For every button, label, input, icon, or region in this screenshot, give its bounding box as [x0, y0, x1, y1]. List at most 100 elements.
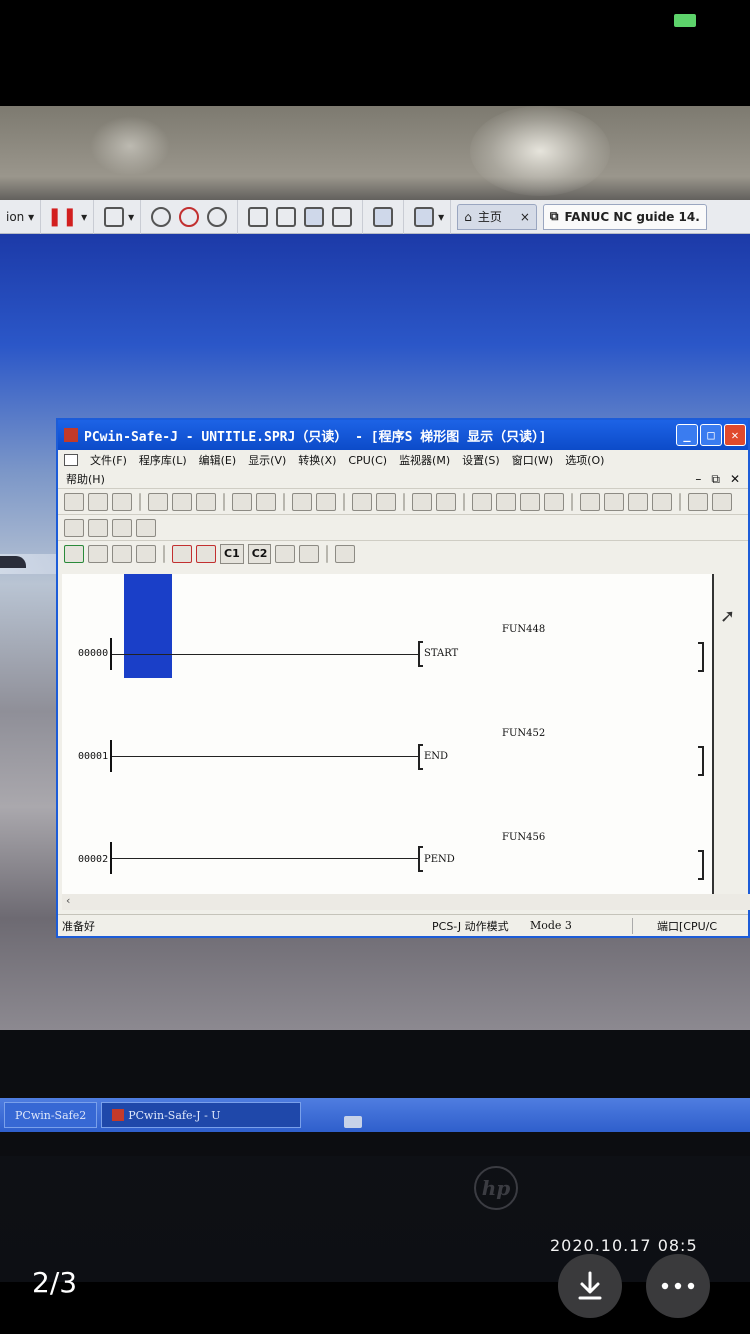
- ps-icon[interactable]: [172, 544, 192, 563]
- toolbar-group-5: ▾: [404, 199, 452, 234]
- menu-help[interactable]: 帮助(H): [66, 471, 105, 487]
- tray-icon[interactable]: [344, 1116, 362, 1128]
- menu-cpu[interactable]: CPU(C): [348, 454, 387, 467]
- io-comment-icon[interactable]: [299, 544, 320, 563]
- jump-icon[interactable]: [335, 544, 356, 563]
- taskbar-item-pcwin-safe2[interactable]: PCwin-Safe2: [4, 1102, 98, 1128]
- separator: [571, 492, 573, 511]
- new-icon[interactable]: [64, 492, 84, 511]
- menu-convert[interactable]: 转换(X): [298, 452, 336, 468]
- function-f10-icon[interactable]: [712, 492, 732, 511]
- download-button[interactable]: [558, 1254, 622, 1318]
- layout-icon[interactable]: [248, 206, 269, 227]
- c2-button[interactable]: C2: [247, 543, 272, 564]
- menu-monitor[interactable]: 监视器(M): [399, 452, 450, 468]
- instruction-label[interactable]: START: [424, 648, 458, 659]
- horizontal-scrollbar[interactable]: ‹: [62, 894, 750, 910]
- open-icon[interactable]: [88, 492, 108, 511]
- contact-f4-icon[interactable]: [544, 492, 564, 511]
- edit-cursor: [124, 574, 172, 678]
- tab-fanuc-label: FANUC NC guide 14.: [564, 209, 700, 224]
- close-button[interactable]: ✕: [724, 424, 746, 446]
- coil-f8-icon[interactable]: [652, 492, 672, 511]
- function-f9-icon[interactable]: [688, 492, 708, 511]
- status-ready: 准备好: [62, 919, 95, 933]
- home-icon: ⌂: [464, 209, 472, 224]
- mdi-minimize-button[interactable]: –: [695, 472, 701, 487]
- select-icon[interactable]: [136, 544, 156, 563]
- separator: [463, 492, 465, 511]
- send-icon[interactable]: [104, 206, 125, 227]
- app-toolbar-dropdown[interactable]: ion ▾: [0, 199, 42, 234]
- line-output-icon[interactable]: [136, 518, 156, 537]
- tab-fanuc[interactable]: ⧉ FANUC NC guide 14.: [542, 203, 707, 230]
- snapshot-icon[interactable]: [207, 206, 228, 227]
- zoom-out-icon[interactable]: [88, 544, 108, 563]
- mdi-close-button[interactable]: ✕: [730, 472, 740, 487]
- stretch-icon[interactable]: [414, 206, 435, 227]
- tab-home[interactable]: ⌂ 主页 ×: [457, 203, 537, 230]
- menu-edit[interactable]: 编辑(E): [199, 452, 237, 468]
- maximize-button[interactable]: □: [700, 424, 722, 446]
- c1-button[interactable]: C1: [220, 543, 244, 564]
- separator: [326, 544, 329, 563]
- print-icon[interactable]: [232, 492, 252, 511]
- menu-file[interactable]: 文件(F): [90, 452, 127, 468]
- fullscreen-icon[interactable]: [304, 206, 325, 227]
- taskbar-item-pcwin-safe-j[interactable]: PCwin-Safe-J - U: [101, 1102, 302, 1128]
- help-icon[interactable]: [256, 492, 276, 511]
- ladder-diagram[interactable]: FUN448 00000 START FUN452 00001 END FUN4…: [62, 574, 714, 900]
- line-horizontal-icon[interactable]: [112, 518, 132, 537]
- paste-icon[interactable]: [196, 492, 216, 511]
- pause-icon: ❚❚: [47, 206, 78, 227]
- contact-f5-icon[interactable]: [580, 492, 600, 511]
- minimize-button[interactable]: _: [676, 424, 698, 446]
- window-title: PCwin-Safe-J - UNTITLE.SPRJ（只读） - [程序S 梯…: [84, 429, 547, 445]
- menu-settings[interactable]: 设置(S): [462, 452, 500, 468]
- comment-icon[interactable]: [275, 544, 296, 563]
- redo-icon[interactable]: [316, 492, 336, 511]
- undo-icon[interactable]: [292, 492, 312, 511]
- app-logo-icon: [112, 1109, 125, 1121]
- window-titlebar[interactable]: PCwin-Safe-J - UNTITLE.SPRJ（只读） - [程序S 梯…: [58, 420, 748, 450]
- zoom-in-icon[interactable]: [112, 544, 132, 563]
- copy-icon[interactable]: [172, 492, 192, 511]
- monitor-mode-icon[interactable]: [64, 544, 84, 563]
- delete-row-icon[interactable]: [436, 492, 456, 511]
- contact-f2-icon[interactable]: [496, 492, 516, 511]
- find-icon[interactable]: [352, 492, 372, 511]
- doc-icon: [64, 454, 78, 466]
- output-bracket: [698, 850, 704, 880]
- instruction-label[interactable]: PEND: [424, 854, 455, 865]
- menu-options[interactable]: 选项(O): [565, 452, 604, 468]
- close-icon[interactable]: ×: [520, 210, 530, 224]
- line-join-icon[interactable]: [88, 518, 108, 537]
- toolbar-group-4: [363, 199, 405, 234]
- split-icon[interactable]: [276, 206, 297, 227]
- pn-icon[interactable]: [196, 544, 216, 563]
- contact-f1-icon[interactable]: [472, 492, 492, 511]
- contact-f3-icon[interactable]: [520, 492, 540, 511]
- find-replace-icon[interactable]: [376, 492, 396, 511]
- scroll-left-icon[interactable]: ‹: [66, 894, 70, 907]
- console-icon[interactable]: [373, 206, 394, 227]
- unity-icon[interactable]: [332, 206, 353, 227]
- menu-view[interactable]: 显示(V): [248, 452, 286, 468]
- mdi-restore-button[interactable]: ⧉: [711, 472, 720, 487]
- menu-library[interactable]: 程序库(L): [139, 452, 187, 468]
- menu-window[interactable]: 窗口(W): [512, 452, 553, 468]
- line-branch-icon[interactable]: [64, 518, 84, 537]
- contact-f6-icon[interactable]: [604, 492, 624, 511]
- insert-row-icon[interactable]: [412, 492, 432, 511]
- instruction-label[interactable]: END: [424, 751, 448, 762]
- revert-icon[interactable]: [179, 206, 200, 227]
- taskbar: PCwin-Safe2 PCwin-Safe-J - U: [0, 1098, 750, 1132]
- rung-function-label: FUN452: [502, 728, 546, 739]
- right-rail: [712, 574, 714, 900]
- pause-button[interactable]: ❚❚ ▾: [41, 199, 95, 234]
- cut-icon[interactable]: [148, 492, 168, 511]
- coil-f7-icon[interactable]: [628, 492, 648, 511]
- more-button[interactable]: [646, 1254, 710, 1318]
- clock-icon[interactable]: [151, 206, 172, 227]
- save-icon[interactable]: [112, 492, 132, 511]
